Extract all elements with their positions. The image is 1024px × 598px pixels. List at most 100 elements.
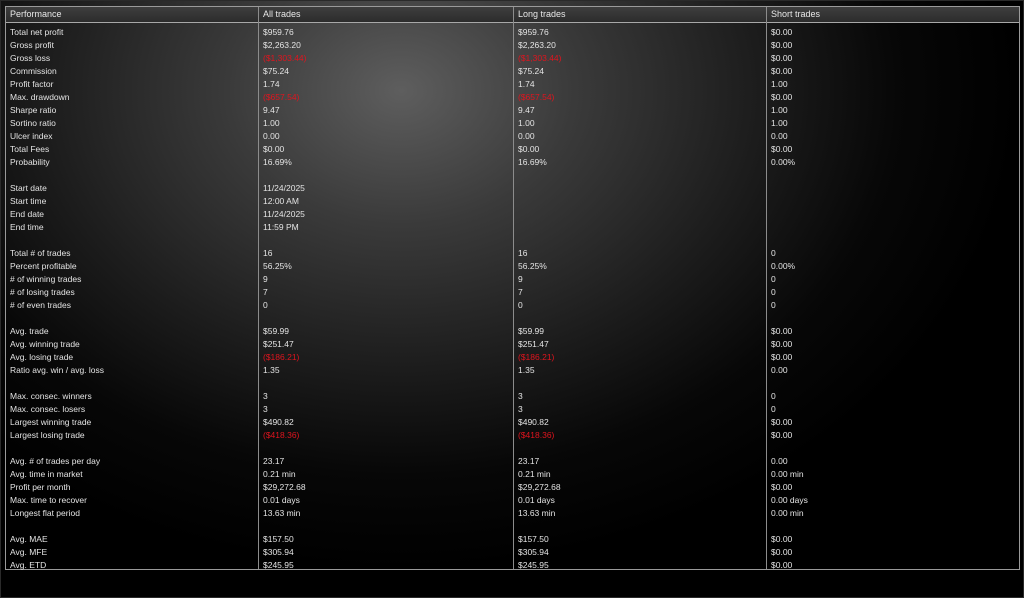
header-long-trades[interactable]: Long trades (514, 7, 767, 22)
short-trades-value (767, 442, 1019, 455)
all-trades-value (259, 312, 514, 325)
header-performance[interactable]: Performance (6, 7, 259, 22)
all-trades-value: 16.69% (263, 157, 292, 167)
header-short-trades[interactable]: Short trades (767, 7, 1019, 22)
all-trades-value: 0 (263, 300, 268, 310)
all-trades-value: 3 (263, 391, 268, 401)
long-trades-value: ($1,303.44) (518, 53, 562, 63)
short-trades-value: $0.00 (771, 534, 793, 544)
table-row: Avg. # of trades per day 23.17 23.17 0.00 (6, 455, 1019, 468)
table-row: # of winning trades 9 9 0 (6, 273, 1019, 286)
long-trades-value (514, 234, 767, 247)
table-row: # of losing trades 7 7 0 (6, 286, 1019, 299)
short-trades-value: 0 (771, 404, 776, 414)
metric-label: Largest losing trade (10, 430, 85, 440)
long-trades-value (514, 312, 767, 325)
short-trades-value (767, 312, 1019, 325)
table-row: Avg. MFE $305.94 $305.94 $0.00 (6, 546, 1019, 559)
long-trades-value: ($186.21) (518, 352, 555, 362)
all-trades-value: 9.47 (263, 105, 280, 115)
long-trades-value: 16.69% (518, 157, 547, 167)
table-row: Avg. time in market 0.21 min 0.21 min 0.00 … (6, 468, 1019, 481)
metric-label: Start date (10, 183, 47, 193)
performance-grid: Performance All trades Long trades Short… (5, 6, 1020, 570)
table-row: Largest losing trade ($418.36) ($418.36) $0… (6, 429, 1019, 442)
table-row: Gross profit $2,263.20 $2,263.20 $0.00 (6, 39, 1019, 52)
short-trades-value (767, 520, 1019, 533)
long-trades-value: 1.74 (518, 79, 535, 89)
table-row: Avg. winning trade $251.47 $251.47 $0.00 (6, 338, 1019, 351)
metric-label (6, 520, 259, 533)
all-trades-value: $959.76 (263, 27, 294, 37)
metric-label: Largest winning trade (10, 417, 92, 427)
table-row: Sharpe ratio 9.47 9.47 1.00 (6, 104, 1019, 117)
spacer-row (6, 442, 1019, 455)
metric-label: Gross loss (10, 53, 51, 63)
metric-label: Avg. # of trades per day (10, 456, 101, 466)
short-trades-value (767, 208, 1019, 221)
short-trades-value: $0.00 (771, 339, 793, 349)
long-trades-value (514, 442, 767, 455)
table-row: Avg. ETD $245.95 $245.95 $0.00 (6, 559, 1019, 572)
long-trades-value: 23.17 (518, 456, 540, 466)
short-trades-value: 0.00 (771, 131, 788, 141)
metric-label: Avg. time in market (10, 469, 83, 479)
all-trades-value: ($186.21) (263, 352, 300, 362)
short-trades-value: $0.00 (771, 430, 793, 440)
metric-label: Avg. ETD (10, 560, 47, 570)
metric-label: Probability (10, 157, 50, 167)
short-trades-value: $0.00 (771, 326, 793, 336)
short-trades-value: 1.00 (771, 118, 788, 128)
metric-label: Sharpe ratio (10, 105, 57, 115)
long-trades-value: $157.50 (518, 534, 549, 544)
table-row: Total net profit $959.76 $959.76 $0.00 (6, 26, 1019, 39)
long-trades-value: 7 (518, 287, 523, 297)
short-trades-value: 0.00 days (771, 495, 808, 505)
long-trades-value: ($657.54) (518, 92, 555, 102)
long-trades-value: 3 (518, 404, 523, 414)
short-trades-value: $0.00 (771, 53, 793, 63)
table-row: Avg. MAE $157.50 $157.50 $0.00 (6, 533, 1019, 546)
long-trades-value (514, 169, 767, 182)
metric-label: Total Fees (10, 144, 50, 154)
long-trades-value: $490.82 (518, 417, 549, 427)
short-trades-value: $0.00 (771, 417, 793, 427)
metric-label: Total net profit (10, 27, 64, 37)
metric-label (6, 234, 259, 247)
all-trades-value: 0.21 min (263, 469, 296, 479)
metric-label: Percent profitable (10, 261, 77, 271)
table-row: Avg. losing trade ($186.21) ($186.21) $0.00 (6, 351, 1019, 364)
metric-label: # of even trades (10, 300, 71, 310)
all-trades-value: $157.50 (263, 534, 294, 544)
header-all-trades[interactable]: All trades (259, 7, 514, 22)
all-trades-value: ($657.54) (263, 92, 300, 102)
table-row: Largest winning trade $490.82 $490.82 $0.00 (6, 416, 1019, 429)
metric-label: # of losing trades (10, 287, 75, 297)
long-trades-value: $59.99 (518, 326, 544, 336)
long-trades-value: $959.76 (518, 27, 549, 37)
metric-label: Commission (10, 66, 57, 76)
all-trades-value (259, 377, 514, 390)
long-trades-value: 1.00 (518, 118, 535, 128)
short-trades-value: $0.00 (771, 482, 793, 492)
all-trades-value: ($418.36) (263, 430, 300, 440)
table-row: Max. consec. winners 3 3 0 (6, 390, 1019, 403)
short-trades-value: $0.00 (771, 66, 793, 76)
metric-label: Ratio avg. win / avg. loss (10, 365, 105, 375)
long-trades-value: 0.00 (518, 131, 535, 141)
table-row: Start time 12:00 AM (6, 195, 1019, 208)
long-trades-value: $0.00 (518, 144, 540, 154)
table-row: Percent profitable 56.25% 56.25% 0.00% (6, 260, 1019, 273)
table-row: Ulcer index 0.00 0.00 0.00 (6, 130, 1019, 143)
short-trades-value (767, 195, 1019, 208)
all-trades-value: $29,272.68 (263, 482, 306, 492)
table-row: Total Fees $0.00 $0.00 $0.00 (6, 143, 1019, 156)
table-row: Max. time to recover 0.01 days 0.01 days 0.… (6, 494, 1019, 507)
all-trades-value (259, 520, 514, 533)
metric-label: Total # of trades (10, 248, 71, 258)
grid-body: Total net profit $959.76 $959.76 $0.00 Gross… (6, 26, 1019, 572)
all-trades-value: 9 (263, 274, 268, 284)
table-row: Profit factor 1.74 1.74 1.00 (6, 78, 1019, 91)
long-trades-value: 0 (518, 300, 523, 310)
all-trades-value: 56.25% (263, 261, 292, 271)
